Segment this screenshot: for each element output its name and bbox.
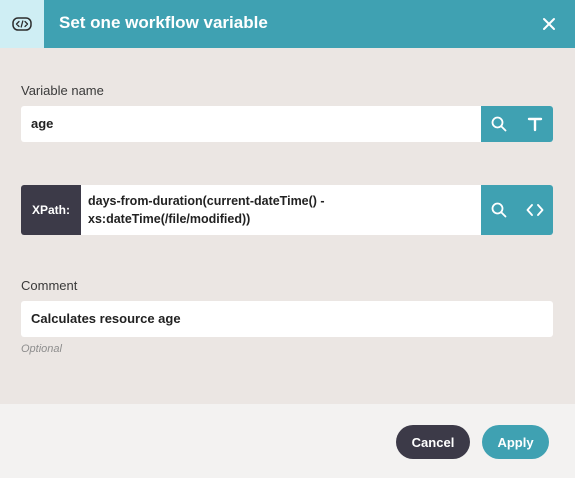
xpath-line-2: xs:dateTime(/file/modified))	[88, 212, 251, 226]
apply-button[interactable]: Apply	[482, 425, 549, 459]
comment-label: Comment	[21, 278, 78, 293]
dialog-footer: Cancel Apply	[0, 404, 575, 478]
dialog-header: Set one workflow variable	[0, 0, 575, 48]
comment-hint: Optional	[21, 343, 62, 355]
comment-field[interactable]: Calculates resource age	[21, 301, 553, 337]
xpath-actions	[481, 185, 553, 235]
variable-name-value[interactable]: age	[31, 115, 53, 133]
dialog-title: Set one workflow variable	[59, 13, 268, 32]
xpath-tag: XPath:	[21, 185, 81, 235]
xpath-expression[interactable]: days-from-duration(current-dateTime() - …	[88, 192, 418, 228]
code-brackets-icon[interactable]	[517, 185, 553, 235]
code-badge-icon	[0, 0, 44, 48]
search-icon[interactable]	[481, 185, 517, 235]
close-icon[interactable]	[538, 13, 560, 35]
variable-name-field[interactable]: age	[21, 106, 553, 142]
xpath-expression-field[interactable]: XPath: days-from-duration(current-dateTi…	[21, 185, 553, 235]
text-type-icon[interactable]	[517, 106, 553, 142]
variable-name-actions	[481, 106, 553, 142]
cancel-button[interactable]: Cancel	[396, 425, 470, 459]
variable-name-label: Variable name	[21, 83, 104, 98]
search-icon[interactable]	[481, 106, 517, 142]
xpath-line-1: days-from-duration(current-dateTime() -	[88, 194, 325, 208]
comment-value[interactable]: Calculates resource age	[31, 310, 181, 328]
